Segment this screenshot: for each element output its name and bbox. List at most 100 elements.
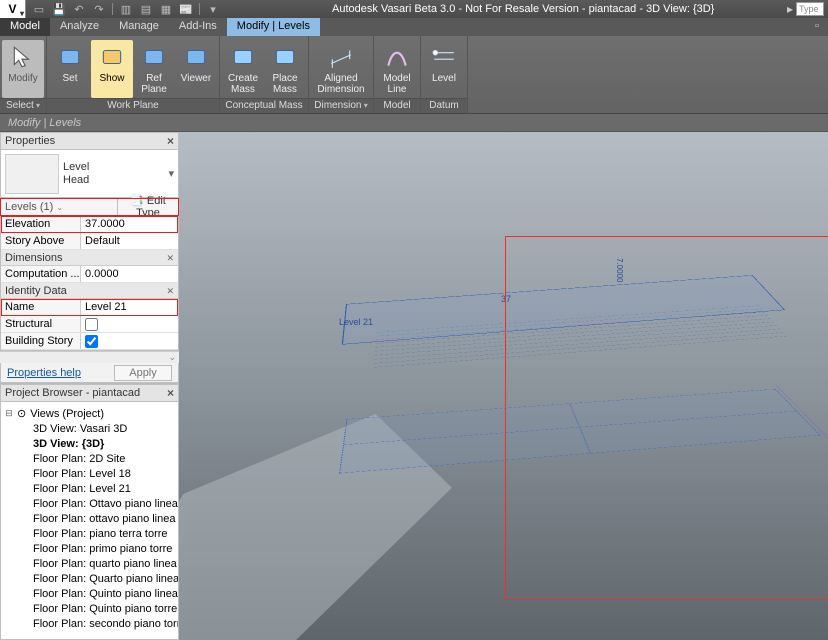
- level-button[interactable]: Level: [423, 40, 465, 98]
- undo-icon[interactable]: ↶: [70, 1, 88, 17]
- prop-key: Elevation: [1, 216, 81, 232]
- apply-button[interactable]: Apply: [114, 365, 172, 381]
- tree-item[interactable]: Floor Plan: primo piano torre: [3, 541, 176, 556]
- tree-root[interactable]: Views (Project): [28, 408, 104, 420]
- dim-icon: [327, 43, 355, 71]
- show-button[interactable]: Show: [91, 40, 133, 98]
- qat-icon-a[interactable]: ▥: [117, 1, 135, 17]
- prop-row-name: Name: [1, 299, 178, 316]
- prop-val[interactable]: [81, 299, 178, 315]
- prop-row-elevation: Elevation: [1, 216, 178, 233]
- prop-key: Story Above: [1, 233, 81, 249]
- type-arrow-icon[interactable]: ▸: [787, 2, 793, 16]
- menu-analyze[interactable]: Analyze: [50, 18, 109, 36]
- ribbon-group-dimension[interactable]: Dimension: [309, 98, 373, 113]
- menu-model[interactable]: Model: [0, 18, 50, 36]
- set-icon: [56, 43, 84, 71]
- ribbon-collapse-icon[interactable]: ▫: [810, 20, 824, 34]
- refplane-button[interactable]: RefPlane: [133, 40, 175, 98]
- save-icon[interactable]: 💾: [50, 1, 68, 17]
- menu-modify-levels[interactable]: Modify | Levels: [227, 18, 320, 36]
- selection-filter[interactable]: Levels (1) ⌄: [1, 198, 118, 215]
- prop-key: Building Story: [1, 333, 81, 349]
- tree-item[interactable]: Floor Plan: Level 18: [3, 466, 176, 481]
- prop-section-dimensions[interactable]: Dimensions✕: [1, 250, 178, 266]
- open-icon[interactable]: ▭: [30, 1, 48, 17]
- level-icon: [430, 43, 458, 71]
- tree-item[interactable]: 3D View: {3D}: [3, 436, 176, 451]
- tree-item[interactable]: Floor Plan: Ottavo piano linea: [3, 496, 176, 511]
- close-icon[interactable]: ×: [167, 386, 174, 400]
- qat-icon-c[interactable]: ▦: [157, 1, 175, 17]
- prop-val[interactable]: [81, 333, 178, 349]
- tree-item[interactable]: Floor Plan: ottavo piano linea: [3, 511, 176, 526]
- tree-item[interactable]: Floor Plan: Quinto piano torre: [3, 601, 176, 616]
- ribbon: ModifySelectSetShowRefPlaneViewerWork Pl…: [0, 36, 828, 114]
- lower-level-plane: [339, 389, 821, 474]
- modelline-button[interactable]: ModelLine: [376, 40, 418, 98]
- separator: [199, 3, 200, 15]
- redo-icon[interactable]: ↷: [90, 1, 108, 17]
- separator: [112, 3, 113, 15]
- expand-icon[interactable]: ⊟: [3, 408, 15, 419]
- placemass-icon: [271, 43, 299, 71]
- text-input[interactable]: [85, 218, 174, 230]
- prop-section-identity-data[interactable]: Identity Data✕: [1, 283, 178, 299]
- placemass-button[interactable]: PlaceMass: [264, 40, 306, 98]
- tree-item[interactable]: 3D View: Vasari 3D: [3, 421, 176, 436]
- viewport-3d[interactable]: Level 21 37 7.0000: [179, 132, 828, 640]
- prop-key: Structural: [1, 316, 81, 332]
- viewer-button[interactable]: Viewer: [175, 40, 217, 98]
- level-name-label[interactable]: Level 21: [339, 317, 373, 327]
- context-bar: Modify | Levels: [0, 114, 828, 132]
- quick-access-toolbar: ▭ 💾 ↶ ↷ ▥ ▤ ▦ 📰 ▾: [26, 1, 222, 17]
- qat-dropdown-icon[interactable]: ▾: [204, 1, 222, 17]
- level-tick-label: 7.0000: [615, 258, 624, 282]
- print-icon[interactable]: 📰: [177, 1, 195, 17]
- browser-tree[interactable]: ⊟⊙Views (Project)3D View: Vasari 3D3D Vi…: [0, 402, 179, 640]
- prop-key: Name: [1, 299, 81, 315]
- prop-val[interactable]: [81, 216, 178, 232]
- aligndim-button[interactable]: AlignedDimension: [311, 40, 371, 98]
- close-icon[interactable]: ×: [167, 134, 174, 148]
- tree-item[interactable]: Floor Plan: piano terra torre: [3, 526, 176, 541]
- tree-item[interactable]: Floor Plan: Level 21: [3, 481, 176, 496]
- ref-icon: [140, 43, 168, 71]
- tree-item[interactable]: Floor Plan: Quinto piano linea: [3, 586, 176, 601]
- properties-help-link[interactable]: Properties help: [7, 367, 81, 379]
- level-dim-label[interactable]: 37: [501, 294, 511, 304]
- qat-icon-b[interactable]: ▤: [137, 1, 155, 17]
- type-keyword-box[interactable]: Type: [796, 2, 824, 16]
- ribbon-group-work-plane: Work Plane: [47, 98, 219, 113]
- properties-header[interactable]: Properties ×: [0, 132, 179, 150]
- createmass-button[interactable]: CreateMass: [222, 40, 264, 98]
- tree-item[interactable]: Floor Plan: quarto piano linea: [3, 556, 176, 571]
- menu-manage[interactable]: Manage: [109, 18, 169, 36]
- tree-item[interactable]: Floor Plan: 2D Site: [3, 451, 176, 466]
- panel-scrollbar-stub[interactable]: ⌄: [0, 351, 179, 363]
- tree-item[interactable]: Floor Plan: secondo piano torr: [3, 616, 176, 631]
- checkbox[interactable]: [85, 335, 98, 348]
- tree-item[interactable]: Floor Plan: Quarto piano linea: [3, 571, 176, 586]
- text-input[interactable]: [85, 301, 174, 313]
- checkbox[interactable]: [85, 318, 98, 331]
- ribbon-group-select[interactable]: Select: [0, 98, 46, 113]
- chevron-down-icon[interactable]: ▾: [168, 167, 174, 180]
- menu-add-ins[interactable]: Add-Ins: [169, 18, 227, 36]
- viewer-icon: [182, 43, 210, 71]
- left-column: Properties × LevelHead ▾ Levels (1) ⌄ 📑 …: [0, 132, 179, 640]
- browser-title: Project Browser - piantacad: [5, 387, 140, 399]
- type-selector[interactable]: LevelHead ▾: [0, 150, 179, 198]
- line-icon: [383, 43, 411, 71]
- ribbon-group-datum: Datum: [421, 98, 467, 113]
- ribbon-group-conceptual-mass: Conceptual Mass: [220, 98, 308, 113]
- cursor-icon: [9, 43, 37, 71]
- app-menu-icon[interactable]: V: [0, 0, 26, 18]
- properties-title: Properties: [5, 135, 55, 147]
- set-button[interactable]: Set: [49, 40, 91, 98]
- prop-row-building-story: Building Story: [1, 333, 178, 350]
- browser-header[interactable]: Project Browser - piantacad ×: [0, 384, 179, 402]
- prop-val[interactable]: 0.0000: [81, 266, 178, 282]
- prop-val[interactable]: Default: [81, 233, 178, 249]
- prop-val[interactable]: [81, 316, 178, 332]
